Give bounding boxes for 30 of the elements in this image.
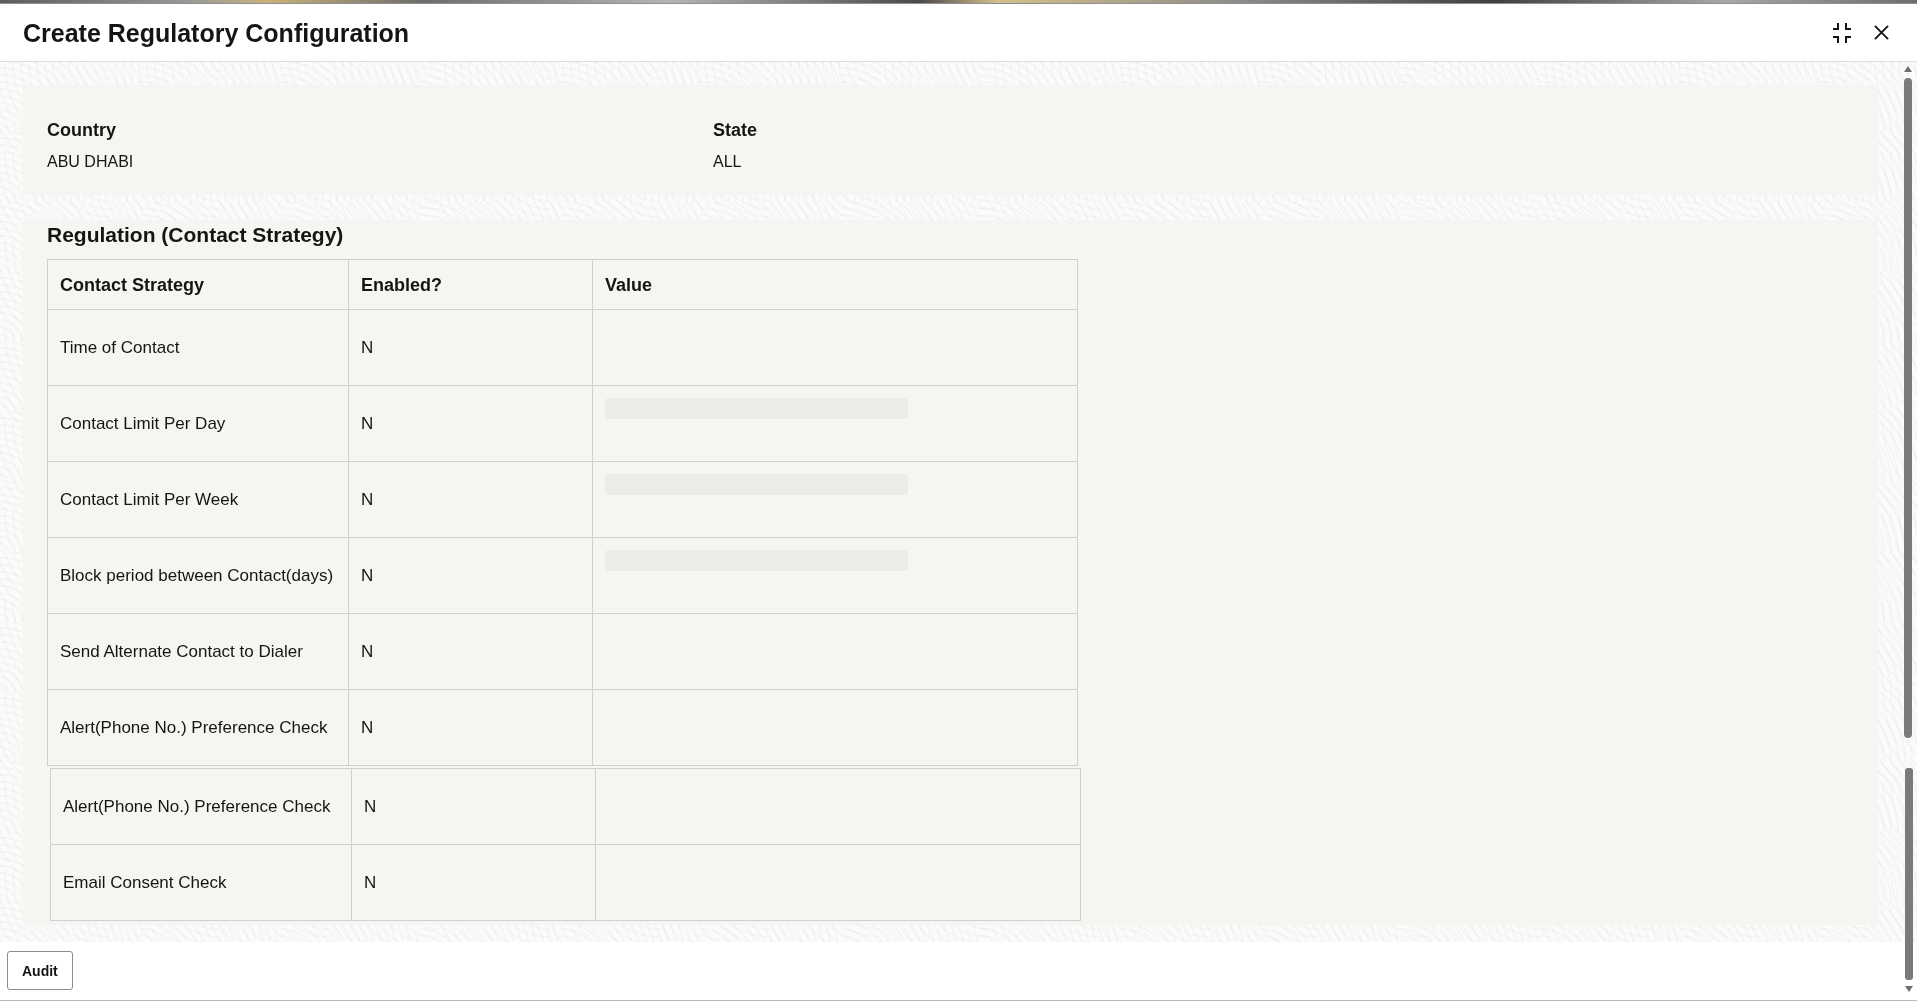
table-cell: Email Consent Check bbox=[50, 844, 352, 921]
table-cell: Time of Contact bbox=[47, 309, 349, 386]
column-header: Value bbox=[592, 259, 1078, 310]
table-cell: Alert(Phone No.) Preference Check bbox=[50, 768, 352, 845]
column-header: Contact Strategy bbox=[47, 259, 349, 310]
table-cell: N bbox=[351, 768, 596, 845]
collapse-button[interactable] bbox=[1832, 21, 1852, 44]
field-label: State bbox=[713, 119, 757, 142]
section-heading: Regulation (Contact Strategy) bbox=[47, 222, 345, 248]
field-value: ABU DHABI bbox=[47, 152, 134, 172]
table-cell: N bbox=[348, 537, 593, 614]
column-header: Enabled? bbox=[348, 259, 593, 310]
table-cell: Contact Limit Per Week bbox=[47, 461, 349, 538]
table-cell: N bbox=[348, 385, 593, 462]
close-icon bbox=[1874, 25, 1889, 40]
table-cell: N bbox=[348, 309, 593, 386]
table-cell: N bbox=[348, 461, 593, 538]
table-cell: Send Alternate Contact to Dialer bbox=[47, 613, 349, 690]
audit-button[interactable]: Audit bbox=[7, 951, 73, 990]
table-cell: N bbox=[348, 613, 593, 690]
table-cell: N bbox=[348, 689, 593, 766]
table-cell: Contact Limit Per Day bbox=[47, 385, 349, 462]
close-button[interactable] bbox=[1874, 25, 1889, 40]
table-cell: N bbox=[351, 844, 596, 921]
field-label: Country bbox=[47, 119, 116, 142]
table-cell: Block period between Contact(days) bbox=[47, 537, 349, 614]
collapse-icon bbox=[1832, 21, 1852, 44]
table-cell: Alert(Phone No.) Preference Check bbox=[47, 689, 349, 766]
field-value: ALL bbox=[713, 152, 742, 172]
window-title: Create Regulatory Configuration bbox=[23, 17, 410, 48]
